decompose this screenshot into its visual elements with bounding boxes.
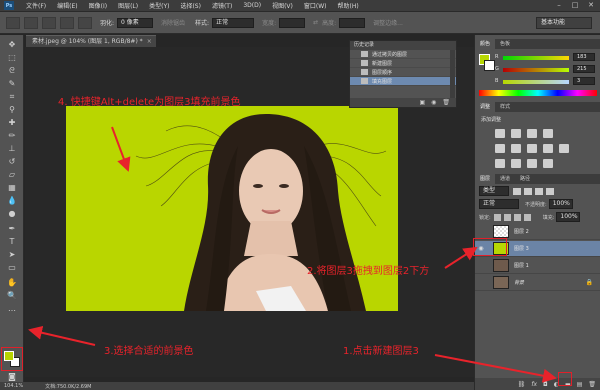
step2-annotation: 2.将图层3拖拽到图层2下方: [307, 266, 430, 277]
step3-annotation: 3.选择合适的前景色: [104, 346, 194, 357]
step1-annotation: 1.点击新建图层3: [343, 346, 419, 357]
swatch-highlight-box: [1, 347, 23, 371]
annotation-arrows: [28, 126, 557, 383]
step4-annotation: 4. 快捷键Alt+delete为图层3填充前景色: [58, 97, 241, 108]
